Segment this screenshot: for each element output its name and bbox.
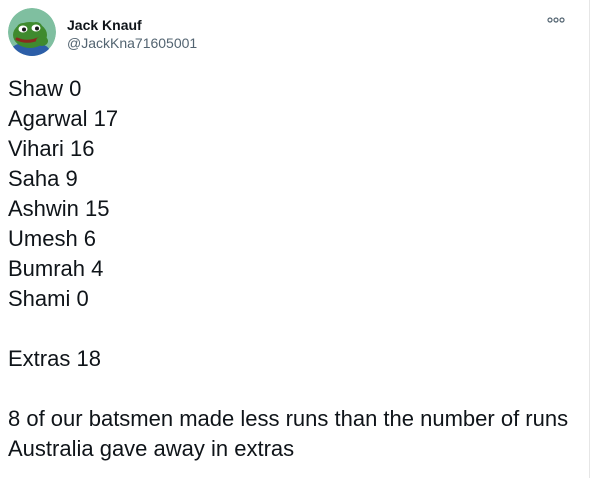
closing-sentence: 8 of our batsmen made less runs than the…	[8, 406, 569, 461]
score-line: Ashwin 15	[8, 196, 110, 221]
score-line: Umesh 6	[8, 226, 97, 251]
score-line: Saha 9	[8, 166, 78, 191]
extras-line: Extras 18	[8, 346, 101, 371]
tweet-text: Shaw 0 Agarwal 17 Vihari 16 Saha 9 Ashwi…	[8, 74, 583, 464]
score-line: Vihari 16	[8, 136, 95, 161]
tweet-card: Jack Knauf @JackKna71605001 Shaw 0 Agarw…	[0, 0, 590, 478]
frog-avatar-icon[interactable]	[8, 8, 56, 56]
more-options-icon[interactable]	[545, 12, 567, 28]
author-display-name[interactable]: Jack Knauf	[67, 16, 197, 34]
author-names: Jack Knauf @JackKna71605001	[67, 16, 197, 52]
score-line: Shaw 0	[8, 76, 82, 101]
score-line: Bumrah 4	[8, 256, 104, 281]
score-line: Agarwal 17	[8, 106, 119, 131]
author-handle[interactable]: @JackKna71605001	[67, 34, 197, 52]
tweet-header: Jack Knauf @JackKna71605001	[8, 8, 197, 56]
score-line: Shami 0	[8, 286, 89, 311]
